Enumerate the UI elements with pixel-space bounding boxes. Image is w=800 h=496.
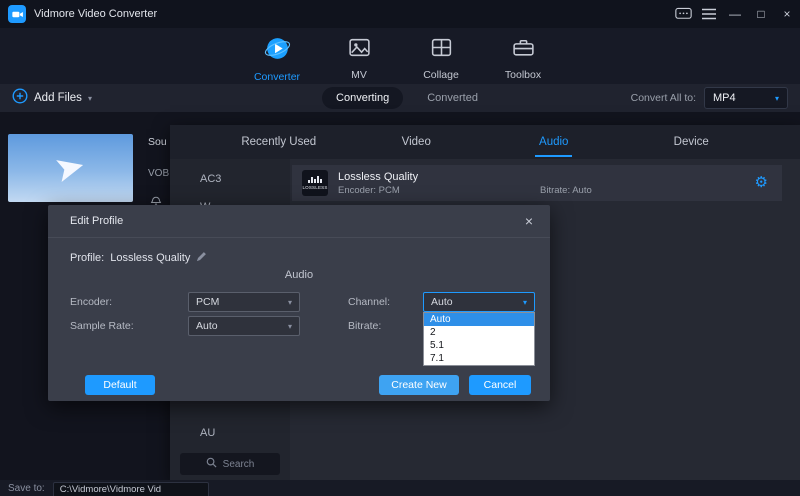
tab-video[interactable]: Video <box>348 125 486 159</box>
channel-dropdown[interactable]: Auto ▾ <box>423 292 535 312</box>
search-input[interactable]: Search <box>180 453 280 475</box>
nav-label: MV <box>351 69 367 81</box>
cancel-button[interactable]: Cancel <box>469 375 531 395</box>
titlebar: Vidmore Video Converter — □ × <box>0 0 800 28</box>
save-to-label: Save to: <box>8 483 45 494</box>
maximize-button[interactable]: □ <box>748 0 774 28</box>
section-title: Audio <box>48 269 550 281</box>
sidebar-item[interactable]: AC3 <box>170 165 290 193</box>
convert-all-select[interactable]: MP4 ▾ <box>704 87 788 109</box>
close-icon[interactable]: × <box>520 212 538 230</box>
app-title: Vidmore Video Converter <box>34 8 157 20</box>
encoder-dropdown[interactable]: PCM ▾ <box>188 292 300 312</box>
badge-label: LOSSLESS <box>302 185 327 190</box>
sample-rate-dropdown[interactable]: Auto ▾ <box>188 316 300 336</box>
chevron-down-icon: ▾ <box>523 298 527 307</box>
tab-collage[interactable]: Collage <box>412 35 470 84</box>
menu-icon[interactable] <box>696 0 722 28</box>
minimize-button[interactable]: — <box>722 0 748 28</box>
save-path-select[interactable]: C:\Vidmore\Vidmore Vid <box>53 482 209 496</box>
feedback-icon[interactable] <box>670 0 696 28</box>
profile-label: Profile: <box>70 252 104 264</box>
channel-options-list: Auto 2 5.1 7.1 <box>423 312 535 366</box>
lossless-badge-icon: LOSSLESS <box>302 170 328 196</box>
search-placeholder: Search <box>223 459 255 470</box>
chevron-down-icon: ▾ <box>288 322 292 331</box>
convert-all-group: Convert All to: MP4 ▾ <box>631 87 788 109</box>
option-5-1[interactable]: 5.1 <box>424 339 534 352</box>
option-2[interactable]: 2 <box>424 326 534 339</box>
tab-recently-used[interactable]: Recently Used <box>210 125 348 159</box>
encoder-label: Encoder: <box>70 292 112 312</box>
edit-profile-dialog: Edit Profile × Profile: Lossless Quality… <box>48 205 550 401</box>
convert-all-value: MP4 <box>713 92 775 104</box>
bitrate-label: Bitrate: <box>348 316 381 336</box>
chevron-down-icon: ▾ <box>775 94 779 103</box>
video-thumbnail <box>8 134 133 202</box>
profile-name-row: Profile: Lossless Quality <box>70 251 207 265</box>
main-nav: Converter MV Collage Toolbox <box>0 28 800 84</box>
chevron-down-icon: ▾ <box>88 94 92 103</box>
toolbar: Add Files ▾ Converting Converted Convert… <box>0 84 800 112</box>
file-source-text: Sou <box>148 136 167 148</box>
option-7-1[interactable]: 7.1 <box>424 352 534 365</box>
sidebar-item[interactable]: AU <box>170 419 290 447</box>
add-files-label: Add Files <box>34 92 82 104</box>
profile-list-item[interactable]: LOSSLESS Lossless Quality Encoder: PCM B… <box>292 165 782 201</box>
nav-label: Toolbox <box>505 69 541 81</box>
footer-bar: Save to: C:\Vidmore\Vidmore Vid <box>0 480 800 496</box>
tab-audio[interactable]: Audio <box>485 125 623 159</box>
app-logo-icon <box>8 5 26 23</box>
profile-value: Lossless Quality <box>110 252 190 264</box>
convert-all-label: Convert All to: <box>631 92 696 104</box>
tab-toolbox[interactable]: Toolbox <box>494 35 552 84</box>
toolbox-icon <box>511 35 536 65</box>
sample-rate-label: Sample Rate: <box>70 316 134 336</box>
profile-encoder: Encoder: PCM <box>338 185 418 196</box>
nav-label: Collage <box>423 69 459 81</box>
mv-icon <box>347 35 372 65</box>
tab-converter[interactable]: Converter <box>248 35 306 84</box>
default-button[interactable]: Default <box>85 375 155 395</box>
search-icon <box>206 455 217 473</box>
airplane-image <box>52 150 88 186</box>
window-controls: — □ × <box>670 0 800 28</box>
gear-icon[interactable]: ⚙ <box>755 173 768 193</box>
main-area: Sou VOB Recently Used Video Audio Device… <box>0 112 800 480</box>
converted-tab[interactable]: Converted <box>427 92 478 104</box>
app-window: Vidmore Video Converter — □ × Converter <box>0 0 800 496</box>
nav-label: Converter <box>254 71 300 83</box>
profile-title: Lossless Quality <box>338 171 418 183</box>
format-tabs: Recently Used Video Audio Device <box>170 125 800 159</box>
convert-state-toggle: Converting Converted <box>322 87 478 109</box>
converting-tab[interactable]: Converting <box>322 87 403 109</box>
collage-icon <box>429 35 454 65</box>
chevron-down-icon: ▾ <box>288 298 292 307</box>
create-new-button[interactable]: Create New <box>379 375 459 395</box>
tab-mv[interactable]: MV <box>330 35 388 84</box>
pencil-icon[interactable] <box>196 251 207 265</box>
close-button[interactable]: × <box>774 0 800 28</box>
dialog-title: Edit Profile <box>70 205 123 238</box>
dialog-header: Edit Profile × <box>48 205 550 238</box>
add-icon <box>12 88 28 109</box>
add-files-button[interactable]: Add Files ▾ <box>12 88 92 109</box>
tab-device[interactable]: Device <box>623 125 761 159</box>
converter-icon <box>264 35 291 67</box>
file-format-text: VOB <box>148 168 169 179</box>
channel-label: Channel: <box>348 292 390 312</box>
option-auto[interactable]: Auto <box>424 313 534 326</box>
profile-bitrate: Bitrate: Auto <box>540 185 592 196</box>
